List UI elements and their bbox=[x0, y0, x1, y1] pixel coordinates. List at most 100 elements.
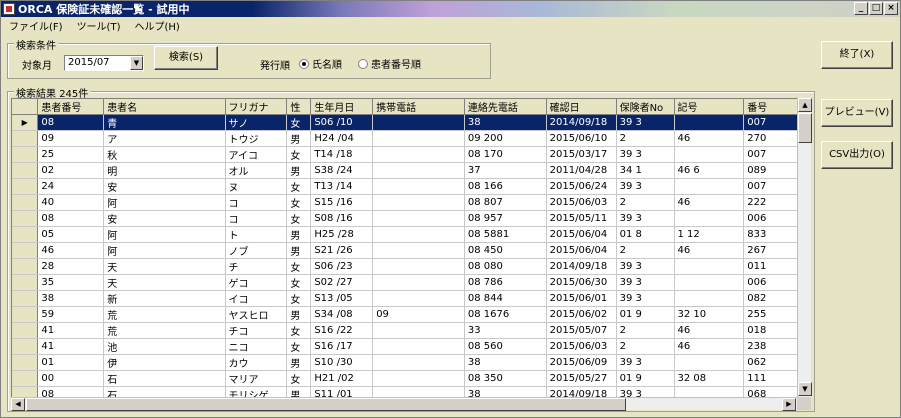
table-cell[interactable]: ア bbox=[103, 130, 226, 147]
table-cell[interactable]: S38 /24 bbox=[310, 162, 374, 179]
menu-help[interactable]: ヘルプ(H) bbox=[134, 18, 179, 33]
table-cell[interactable]: 39 3 bbox=[616, 146, 675, 163]
column-header[interactable]: フリガナ bbox=[225, 99, 288, 115]
maximize-button[interactable]: □ bbox=[869, 2, 883, 15]
table-cell[interactable]: 05 bbox=[37, 226, 105, 243]
table-cell[interactable] bbox=[674, 114, 745, 131]
table-cell[interactable]: 08 350 bbox=[464, 370, 547, 387]
table-cell[interactable]: 女 bbox=[286, 146, 312, 163]
table-cell[interactable]: 09 bbox=[372, 306, 465, 323]
table-cell[interactable]: 08 1676 bbox=[464, 306, 547, 323]
table-cell[interactable]: チ bbox=[225, 258, 288, 275]
table-cell[interactable]: マリア bbox=[225, 370, 288, 387]
order-name-radio[interactable]: 氏名順 bbox=[299, 56, 342, 71]
table-cell[interactable]: 秋 bbox=[103, 146, 226, 163]
table-cell[interactable]: 39 3 bbox=[616, 210, 675, 227]
table-cell[interactable]: T14 /18 bbox=[310, 146, 374, 163]
table-cell[interactable]: カウ bbox=[225, 354, 288, 371]
table-cell[interactable]: 女 bbox=[286, 322, 312, 339]
table-cell[interactable]: 女 bbox=[286, 210, 312, 227]
table-cell[interactable]: 46 6 bbox=[674, 162, 745, 179]
table-cell[interactable]: ヤスヒロ bbox=[225, 306, 288, 323]
table-cell[interactable] bbox=[674, 354, 745, 371]
table-row[interactable]: 41 池ニコ女 S16 /17 08 560 2015/06/03 2 46 238 bbox=[12, 338, 810, 355]
table-cell[interactable]: 男 bbox=[286, 242, 312, 259]
table-cell[interactable]: アイコ bbox=[225, 146, 288, 163]
table-cell[interactable]: S13 /05 bbox=[310, 290, 374, 307]
table-cell[interactable]: 08 166 bbox=[464, 178, 547, 195]
column-header[interactable]: 患者番号 bbox=[37, 99, 105, 115]
table-row[interactable]: 01 伊カウ男 S10 /30 38 2015/06/09 39 3 062 bbox=[12, 354, 810, 371]
table-cell[interactable]: 59 bbox=[37, 306, 105, 323]
minimize-button[interactable]: _ bbox=[854, 2, 868, 15]
table-cell[interactable]: 39 3 bbox=[616, 178, 675, 195]
table-cell[interactable]: 08 560 bbox=[464, 338, 547, 355]
table-row[interactable]: 09 アトウジ男 H24 /04 09 200 2015/06/10 2 46 270 bbox=[12, 130, 810, 147]
table-cell[interactable]: 00 bbox=[37, 370, 105, 387]
scroll-left-icon[interactable]: ◀ bbox=[11, 398, 25, 411]
table-cell[interactable]: 08 080 bbox=[464, 258, 547, 275]
table-cell[interactable]: 池 bbox=[103, 338, 226, 355]
table-cell[interactable]: 2014/09/18 bbox=[546, 114, 617, 131]
table-cell[interactable]: 2015/06/03 bbox=[546, 194, 617, 211]
table-cell[interactable]: 46 bbox=[674, 194, 745, 211]
table-cell[interactable]: 2 bbox=[616, 322, 675, 339]
table-cell[interactable]: 25 bbox=[37, 146, 105, 163]
table-cell[interactable] bbox=[372, 146, 465, 163]
column-header[interactable]: 性 bbox=[286, 99, 312, 115]
table-cell[interactable]: 46 bbox=[37, 242, 105, 259]
table-cell[interactable]: 2015/05/27 bbox=[546, 370, 617, 387]
table-cell[interactable]: H21 /02 bbox=[310, 370, 374, 387]
table-cell[interactable]: 2014/09/18 bbox=[546, 258, 617, 275]
horizontal-scrollbar[interactable]: ◀ ▶ bbox=[11, 397, 797, 411]
table-row[interactable]: 35 天ゲコ女 S02 /27 08 786 2015/06/30 39 3 006 bbox=[12, 274, 810, 291]
table-cell[interactable]: 09 bbox=[37, 130, 105, 147]
table-cell[interactable]: 2015/06/04 bbox=[546, 226, 617, 243]
table-cell[interactable] bbox=[372, 242, 465, 259]
table-cell[interactable]: 40 bbox=[37, 194, 105, 211]
table-cell[interactable]: チコ bbox=[225, 322, 288, 339]
table-cell[interactable] bbox=[372, 338, 465, 355]
table-row[interactable]: 41 荒チコ女 S16 /22 33 2015/05/07 2 46 018 bbox=[12, 322, 810, 339]
table-cell[interactable]: 08 844 bbox=[464, 290, 547, 307]
table-cell[interactable]: 46 bbox=[674, 338, 745, 355]
scroll-right-icon[interactable]: ▶ bbox=[782, 398, 796, 411]
row-header[interactable] bbox=[12, 370, 39, 387]
close-button[interactable]: × bbox=[884, 2, 898, 15]
table-cell[interactable]: 天 bbox=[103, 274, 226, 291]
table-cell[interactable]: 2015/06/09 bbox=[546, 354, 617, 371]
table-cell[interactable]: 39 3 bbox=[616, 258, 675, 275]
table-cell[interactable]: 34 1 bbox=[616, 162, 675, 179]
table-cell[interactable]: 02 bbox=[37, 162, 105, 179]
table-cell[interactable]: 男 bbox=[286, 162, 312, 179]
table-cell[interactable]: 2015/06/01 bbox=[546, 290, 617, 307]
table-cell[interactable]: 08 bbox=[37, 210, 105, 227]
table-cell[interactable]: 09 200 bbox=[464, 130, 547, 147]
scroll-down-icon[interactable]: ▼ bbox=[798, 382, 812, 396]
table-cell[interactable]: 33 bbox=[464, 322, 547, 339]
table-cell[interactable] bbox=[372, 290, 465, 307]
row-header[interactable] bbox=[12, 130, 39, 147]
table-cell[interactable] bbox=[372, 162, 465, 179]
table-cell[interactable] bbox=[372, 226, 465, 243]
table-row[interactable]: 24 安ヌ女 T13 /14 08 166 2015/06/24 39 3 007 bbox=[12, 178, 810, 195]
table-cell[interactable]: 阿 bbox=[103, 226, 226, 243]
table-cell[interactable]: 女 bbox=[286, 370, 312, 387]
table-row[interactable]: 00 石マリア女 H21 /02 08 350 2015/05/27 01 9 32 08 1… bbox=[12, 370, 810, 387]
table-cell[interactable]: 男 bbox=[286, 354, 312, 371]
table-cell[interactable]: 39 3 bbox=[616, 274, 675, 291]
column-header[interactable]: 確認日 bbox=[546, 99, 617, 115]
table-cell[interactable]: 08 5881 bbox=[464, 226, 547, 243]
table-row[interactable]: 28 天チ女 S06 /23 08 080 2014/09/18 39 3 011 bbox=[12, 258, 810, 275]
table-cell[interactable]: 2 bbox=[616, 338, 675, 355]
table-cell[interactable]: 08 786 bbox=[464, 274, 547, 291]
table-cell[interactable] bbox=[372, 370, 465, 387]
search-button[interactable]: 検索(S) bbox=[154, 46, 218, 70]
table-cell[interactable]: サノ bbox=[225, 114, 288, 131]
table-cell[interactable] bbox=[372, 210, 465, 227]
table-cell[interactable] bbox=[674, 146, 745, 163]
vertical-scroll-thumb[interactable] bbox=[798, 113, 812, 143]
table-cell[interactable]: S08 /16 bbox=[310, 210, 374, 227]
table-cell[interactable]: S10 /30 bbox=[310, 354, 374, 371]
table-cell[interactable]: ト bbox=[225, 226, 288, 243]
